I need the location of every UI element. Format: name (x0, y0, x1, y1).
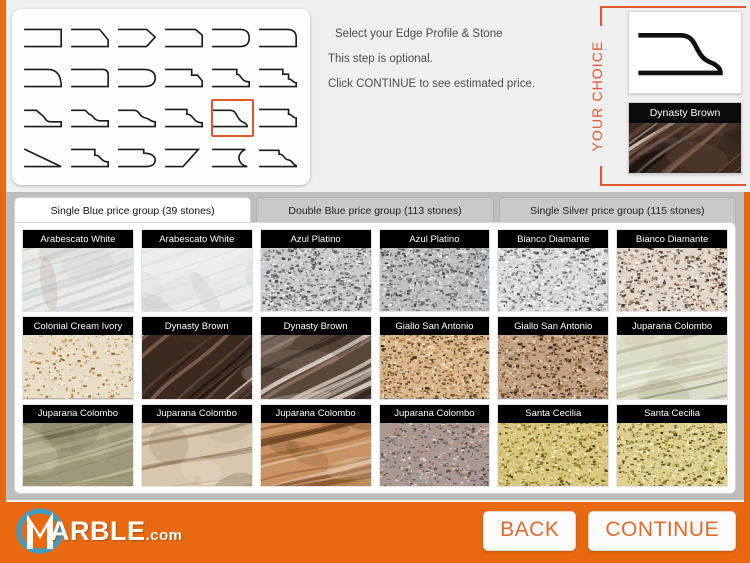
stone-tile[interactable]: Arabescato White (22, 229, 134, 313)
stone-tile[interactable]: Azul Platino (259, 229, 372, 313)
edge-profile-step-bullnose[interactable] (114, 138, 161, 178)
edge-profile-cove[interactable] (20, 58, 67, 98)
stone-tile[interactable]: Juparana Colombo (140, 403, 253, 487)
edge-profile-notch-step[interactable] (255, 98, 302, 138)
stone-tile[interactable]: Colonial Cream Ivory (22, 316, 134, 400)
edge-profile-waterfall[interactable] (114, 98, 161, 138)
stone-name: Santa Cecilia (498, 404, 609, 423)
footer-bar: ARBLE.com BACK CONTINUE (0, 500, 750, 563)
navigation-buttons: BACK CONTINUE (483, 511, 736, 551)
your-choice-stone-preview: Dynasty Brown (628, 102, 742, 174)
edge-profile-ogee-large[interactable] (208, 98, 255, 138)
edge-profile-step-round[interactable] (161, 98, 208, 138)
stone-tile[interactable]: Arabescato White (140, 229, 253, 313)
stone-pane: Arabescato White Arabescato White Azul Pla… (14, 222, 736, 494)
continue-button[interactable]: CONTINUE (588, 511, 736, 551)
stone-name: Azul Platino (260, 230, 371, 248)
stone-name: Colonial Cream Ivory (23, 317, 133, 336)
stone-name: Giallo San Antonio (498, 317, 609, 336)
tab-price-group-0[interactable]: Single Blue price group (39 stones) (14, 197, 252, 223)
edge-profile-triple-step[interactable] (67, 98, 114, 138)
instructions-block: Select your Edge Profile & Stone This st… (328, 22, 590, 97)
edge-profile-chisel[interactable] (161, 138, 208, 178)
stone-tile[interactable]: Juparana Colombo (616, 316, 728, 400)
price-group-tabs[interactable]: Single Blue price group (39 stones) Doubl… (14, 197, 736, 223)
edge-profile-cove-dupont[interactable] (208, 138, 255, 178)
edge-profile-ogee-step[interactable] (208, 58, 255, 98)
stone-tile[interactable]: Giallo San Antonio (378, 316, 491, 400)
tab-label: Double Blue price group (113 stones) (288, 204, 462, 217)
stone-name: Juparana Colombo (141, 404, 252, 423)
edge-profile-panel (12, 9, 310, 185)
logo-text-main: ARBLE (50, 515, 146, 546)
stone-name: Juparana Colombo (379, 404, 490, 423)
edge-selection-area: Select your Edge Profile & Stone This st… (6, 0, 750, 192)
stone-name: Giallo San Antonio (379, 317, 490, 336)
stone-tile[interactable]: Bianco Diamante (497, 229, 610, 313)
instruction-line-2: This step is optional. (328, 53, 433, 65)
back-button[interactable]: BACK (483, 511, 577, 551)
stone-tile[interactable]: Santa Cecilia (616, 403, 728, 487)
stone-tile[interactable]: Juparana Colombo (378, 403, 491, 487)
stone-tile[interactable]: Juparana Colombo (259, 403, 372, 487)
stone-name: Azul Platino (379, 230, 490, 248)
instruction-line-1: Select your Edge Profile & Stone (335, 28, 503, 40)
tab-label: Single Blue price group (39 stones) (50, 204, 215, 217)
stone-name: Arabescato White (23, 230, 133, 248)
edge-profile-double-bevel[interactable] (114, 18, 161, 58)
your-choice-content: Dynasty Brown (628, 11, 742, 181)
edge-profile-grid[interactable] (20, 18, 302, 178)
edge-profile-quarter-round[interactable] (255, 18, 302, 58)
stone-name: Dynasty Brown (141, 317, 252, 336)
edge-profile-full-bullnose[interactable] (114, 58, 161, 98)
tab-price-group-1[interactable]: Double Blue price group (113 stones) (256, 197, 494, 223)
logo-text-suffix: .com (145, 526, 183, 544)
stone-tile[interactable]: Dynasty Brown (140, 316, 253, 400)
stone-tile[interactable]: Juparana Colombo (22, 403, 134, 487)
edge-profile-stair-ogee[interactable] (20, 98, 67, 138)
your-choice-edge-icon (638, 32, 723, 75)
stone-name: Dynasty Brown (260, 317, 371, 336)
edge-profile-bevel[interactable] (67, 18, 114, 58)
stone-name: Juparana Colombo (23, 404, 133, 423)
edge-profile-dupont[interactable] (67, 138, 114, 178)
edge-profile-half-bullnose[interactable] (208, 18, 255, 58)
edge-profile-step-bevel[interactable] (161, 58, 208, 98)
edge-profile-double-step[interactable] (255, 58, 302, 98)
stone-tile[interactable]: Santa Cecilia (497, 403, 610, 487)
logo-wordmark: ARBLE.com (50, 516, 183, 547)
your-choice-edge-preview (628, 11, 742, 94)
stone-name: Bianco Diamante (498, 230, 609, 248)
stone-name: Juparana Colombo (617, 317, 727, 336)
stone-name: Arabescato White (141, 230, 252, 248)
tab-label: Single Silver price group (115 stones) (530, 204, 705, 217)
stone-name: Bianco Diamante (617, 230, 727, 248)
stone-tile[interactable]: Giallo San Antonio (497, 316, 610, 400)
stone-name: Juparana Colombo (260, 404, 371, 423)
stone-grid[interactable]: Arabescato White Arabescato White Azul Pla… (22, 229, 728, 487)
stone-tile[interactable]: Azul Platino (378, 229, 491, 313)
stone-name: Santa Cecilia (617, 404, 727, 423)
application-window: Select your Edge Profile & Stone This st… (0, 0, 750, 563)
edge-profile-small-bevel[interactable] (161, 18, 208, 58)
edge-profile-double-ogee[interactable] (255, 138, 302, 178)
your-choice-panel: YOUR CHOICE Dynasty Brown (589, 6, 746, 186)
marble-com-logo[interactable]: ARBLE.com (14, 508, 183, 554)
stone-selection-board: Single Blue price group (39 stones) Doubl… (6, 192, 744, 500)
edge-profile-long-bevel[interactable] (20, 138, 67, 178)
edge-profile-square[interactable] (20, 18, 67, 58)
edge-profile-eased[interactable] (67, 58, 114, 98)
stone-tile[interactable]: Dynasty Brown (259, 316, 372, 400)
tab-price-group-2[interactable]: Single Silver price group (115 stones) (498, 197, 736, 223)
your-choice-stone-name: Dynasty Brown (629, 103, 741, 123)
your-choice-title: YOUR CHOICE (589, 40, 605, 152)
stone-tile[interactable]: Bianco Diamante (616, 229, 728, 313)
instruction-line-3: Click CONTINUE to see estimated price. (328, 78, 536, 90)
